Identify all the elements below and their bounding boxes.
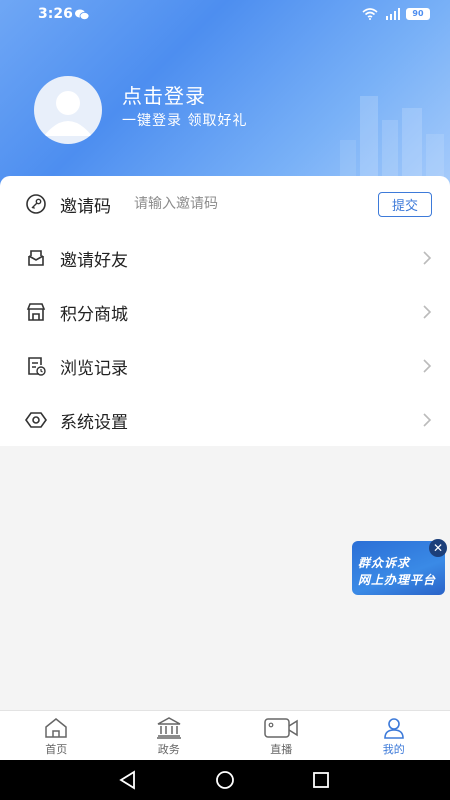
home-circle-icon[interactable] bbox=[214, 770, 236, 790]
government-icon bbox=[156, 717, 181, 739]
signal-icon bbox=[386, 8, 400, 20]
chevron-right-icon bbox=[423, 251, 432, 265]
menu-item-invite-friends[interactable]: 邀请好友 bbox=[0, 231, 450, 285]
menu-item-browsing-history[interactable]: 浏览记录 bbox=[0, 339, 450, 393]
chevron-right-icon bbox=[423, 359, 432, 373]
back-icon[interactable] bbox=[118, 770, 138, 790]
invite-code-input[interactable] bbox=[134, 196, 334, 212]
wifi-icon bbox=[362, 8, 378, 20]
tab-government[interactable]: 政务 bbox=[113, 711, 226, 760]
video-icon bbox=[264, 718, 298, 738]
status-bar: 3:26 90 bbox=[0, 0, 450, 30]
banner-line-2: 网上办理平台 bbox=[358, 573, 437, 587]
avatar[interactable] bbox=[34, 76, 102, 144]
user-avatar-icon bbox=[44, 91, 92, 136]
tab-label: 首页 bbox=[45, 743, 68, 756]
invite-code-row: 邀请码 提交 bbox=[0, 177, 450, 231]
menu-item-label: 浏览记录 bbox=[60, 358, 128, 379]
menu-item-system-settings[interactable]: 系统设置 bbox=[0, 393, 450, 447]
tab-home[interactable]: 首页 bbox=[0, 711, 113, 760]
wechat-icon bbox=[75, 9, 89, 20]
tab-live[interactable]: 直播 bbox=[225, 711, 338, 760]
system-navigation-bar bbox=[0, 760, 450, 800]
chevron-right-icon bbox=[423, 305, 432, 319]
tab-label: 我的 bbox=[382, 743, 405, 756]
submit-button[interactable]: 提交 bbox=[378, 192, 432, 217]
menu-item-label: 积分商城 bbox=[60, 304, 128, 325]
invite-code-label: 邀请码 bbox=[60, 196, 111, 217]
menu-item-points-mall[interactable]: 积分商城 bbox=[0, 285, 450, 339]
envelope-icon bbox=[28, 250, 44, 266]
settings-icon bbox=[25, 412, 47, 428]
tab-mine[interactable]: 我的 bbox=[338, 711, 450, 760]
banner-line-1: 群众诉求 bbox=[358, 556, 411, 570]
status-icons: 90 bbox=[362, 8, 430, 20]
tab-label: 直播 bbox=[270, 743, 293, 756]
menu-item-label: 系统设置 bbox=[60, 412, 128, 433]
battery-icon: 90 bbox=[406, 8, 430, 20]
login-title[interactable]: 点击登录 bbox=[122, 80, 206, 109]
user-icon bbox=[383, 718, 404, 739]
close-icon[interactable]: ✕ bbox=[429, 539, 447, 557]
menu-card: 邀请码 提交 邀请好友 积分商城 浏览记录 bbox=[0, 176, 450, 446]
tab-label: 政务 bbox=[157, 743, 180, 756]
chevron-right-icon bbox=[423, 413, 432, 427]
status-time: 3:26 bbox=[38, 6, 73, 22]
recents-icon[interactable] bbox=[311, 770, 331, 790]
store-icon bbox=[26, 303, 46, 321]
bottom-tab-bar: 首页 政务 直播 我的 bbox=[0, 710, 450, 760]
profile-header: 3:26 90 点击登录 一键登录 领取好礼 bbox=[0, 0, 450, 200]
key-icon bbox=[26, 194, 46, 214]
public-appeal-banner[interactable]: 群众诉求 网上办理平台 ✕ bbox=[352, 539, 447, 595]
history-icon bbox=[28, 357, 46, 376]
login-subtitle[interactable]: 一键登录 领取好礼 bbox=[122, 110, 247, 130]
menu-item-label: 邀请好友 bbox=[60, 250, 128, 271]
home-icon bbox=[45, 718, 67, 738]
